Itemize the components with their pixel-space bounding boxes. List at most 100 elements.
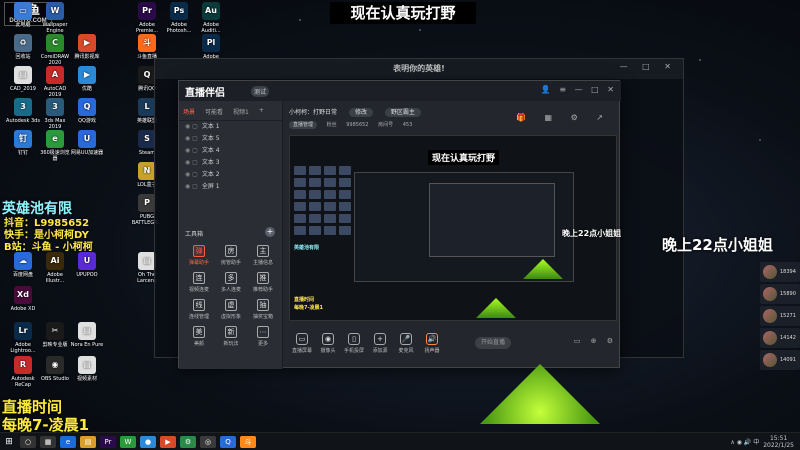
tray-icons[interactable]: ∧ ◉ 🔊 中 xyxy=(730,437,759,446)
eye-icon[interactable]: ◉ ▢ xyxy=(185,123,198,130)
desktop-icon[interactable]: ☁ 百度网盘 xyxy=(6,252,40,278)
toolbox-tool[interactable]: 房房管助手 xyxy=(215,245,247,266)
scene-tab[interactable]: + xyxy=(259,107,264,116)
toolbox-tool[interactable]: 虚虚拟形象 xyxy=(215,299,247,320)
taskbar-app-icon[interactable]: Q xyxy=(220,435,236,448)
preview-hero-text: 英雄池有限 xyxy=(294,245,320,251)
toolbox-tool[interactable]: 抽抽奖宝箱 xyxy=(247,299,279,320)
scene-panel: 场景 可能看 视频1 + ◉ ▢ 文本 1 ◉ ▢ 文本 5 ◉ ▢ 文本 4 ◉ ▢ 文本 3 ◉ … xyxy=(179,101,283,369)
desktop-icon[interactable]: R Autodesk ReCap xyxy=(6,356,40,388)
desktop-icon[interactable]: ▤ Nora En Pure xyxy=(70,322,104,348)
source-tool-button[interactable]: 🔊 扬声器 xyxy=(419,333,445,354)
taskbar-app-icon[interactable]: ▤ xyxy=(80,435,96,448)
tool-icon: 线 xyxy=(193,299,205,311)
taskbar-app-icon[interactable]: ● xyxy=(140,435,156,448)
taskbar-app-icon[interactable]: ◎ xyxy=(200,435,216,448)
desktop-icon[interactable]: Q QQ游戏 xyxy=(70,98,104,124)
source-tool-button[interactable]: ▯ 手机投屏 xyxy=(341,333,367,354)
desktop-icon[interactable]: ▶ 优酷 xyxy=(70,66,104,92)
desktop-icon[interactable]: ◉ OBS Studio xyxy=(38,356,72,382)
desktop-icon[interactable]: ▤ 视频素材 xyxy=(70,356,104,382)
desktop-icon[interactable]: Ai Adobe Illustr... xyxy=(38,252,72,284)
desktop-icon[interactable]: U UPUPOO xyxy=(70,252,104,278)
desktop-icon[interactable]: C CorelDRAW 2020 xyxy=(38,34,72,66)
taskbar-app-icon[interactable]: W xyxy=(120,435,136,448)
desktop-icon[interactable]: 斗斗鱼直播 xyxy=(130,34,164,60)
toolbox-tool[interactable]: 新新玩法 xyxy=(215,326,247,347)
toolbox-tool[interactable]: 线连线管理 xyxy=(183,299,215,320)
scene-item[interactable]: ◉ ▢ 文本 2 xyxy=(179,169,282,181)
desktop-icon[interactable]: Lr Adobe Lightroo... xyxy=(6,322,40,354)
scene-item[interactable]: ◉ ▢ 全屏 1 xyxy=(179,181,282,193)
live-manage-button[interactable]: 直播管理 xyxy=(289,121,318,129)
desktop-icon[interactable]: 钉钉钉 xyxy=(6,130,40,156)
room-title[interactable]: 小柯柯：打野日常 xyxy=(289,109,337,116)
taskbar-app-icon[interactable]: ⚙ xyxy=(180,435,196,448)
taskbar-app-icon[interactable]: ▦ xyxy=(40,435,56,448)
toolbox-tool[interactable]: ⋯ 更多 xyxy=(247,326,279,347)
desktop-icon[interactable]: U 网易UU加速器 xyxy=(70,130,104,156)
toolbox-tool[interactable]: 连视频连麦 xyxy=(183,272,215,293)
scene-tab[interactable]: 场景 xyxy=(183,107,195,116)
desktop-icon[interactable]: A AutoCAD 2019 xyxy=(38,66,72,98)
preview-tent-image xyxy=(523,259,563,279)
app-icon: 3 xyxy=(46,98,64,116)
eye-icon[interactable]: ◉ ▢ xyxy=(185,159,198,166)
desktop-icon[interactable]: Xd Adobe XD xyxy=(6,286,40,312)
desktop-icon[interactable]: W Wallpaper Engine xyxy=(38,2,72,34)
source-tool-label: 手机投屏 xyxy=(343,348,364,354)
scene-item[interactable]: ◉ ▢ 文本 1 xyxy=(179,121,282,133)
windows-start-icon[interactable]: ⊞ xyxy=(0,437,18,447)
companion-window-controls[interactable]: 👤 ≡ — □ ✕ xyxy=(541,85,617,94)
eye-icon[interactable]: ◉ ▢ xyxy=(185,171,198,178)
start-live-button[interactable]: 开始直播 xyxy=(475,337,511,349)
taskbar-clock[interactable]: 15:51 2022/1/25 xyxy=(763,435,794,449)
tool-label: 虚拟形象 xyxy=(220,314,241,320)
toolbox-tool[interactable]: 推推荐助手 xyxy=(247,272,279,293)
companion-top-icons[interactable]: 🎁 ▦ ⚙ ↗ xyxy=(516,113,611,122)
game-category[interactable]: 野区霸主 xyxy=(384,108,421,117)
desktop-icon[interactable]: 3 3ds Max 2019 xyxy=(38,98,72,130)
toolbox-tool[interactable]: 主主播信息 xyxy=(247,245,279,266)
desktop-icon[interactable]: ♻ 回收站 xyxy=(6,34,40,60)
toolbox-tool[interactable]: 美美颜 xyxy=(183,326,215,347)
fans-label: 粉丝 xyxy=(326,122,337,128)
scene-item[interactable]: ◉ ▢ 文本 4 xyxy=(179,145,282,157)
eye-icon[interactable]: ◉ ▢ xyxy=(185,135,198,142)
source-tool-button[interactable]: ▭ 直播屏幕 xyxy=(289,333,315,354)
eye-icon[interactable]: ◉ ▢ xyxy=(185,183,198,190)
toolbox-add-button[interactable]: + xyxy=(265,227,275,237)
taskbar-app-icon[interactable]: e xyxy=(60,435,76,448)
scene-item[interactable]: ◉ ▢ 文本 3 xyxy=(179,157,282,169)
desktop-icon-label: OBS Studio xyxy=(41,376,69,382)
scene-tab[interactable]: 可能看 xyxy=(205,107,223,116)
desktop-icon[interactable]: e 360极速浏览器 xyxy=(38,130,72,162)
desktop-icon[interactable]: Pr Adobe Premie... xyxy=(130,2,164,34)
desktop-icon[interactable]: ▤ CAD_2019 xyxy=(6,66,40,92)
desktop-icon[interactable]: 3 Autodesk 3ds xyxy=(6,98,40,124)
desktop-icon[interactable]: ▶ 腾讯影视库 xyxy=(70,34,104,60)
source-tool-button[interactable]: + 添加源 xyxy=(367,333,393,354)
desktop-icon[interactable]: ✂ 剪映专业版 xyxy=(38,322,72,348)
eye-icon[interactable]: ◉ ▢ xyxy=(185,147,198,154)
toolbox-tool[interactable]: 弹弹幕助手 xyxy=(183,245,215,266)
bottom-right-icons[interactable]: ▭ ⊕ ⚙ xyxy=(574,337,617,345)
taskbar-app-icon[interactable]: ▶ xyxy=(160,435,176,448)
desktop-icon-label: 网易UU加速器 xyxy=(70,150,104,156)
taskbar-app-icon[interactable]: 斗 xyxy=(240,435,256,448)
app-icon: Pr xyxy=(138,2,156,20)
taskbar-app-icon[interactable]: ○ xyxy=(20,435,36,448)
app-icon: 钉 xyxy=(14,130,32,148)
scene-item[interactable]: ◉ ▢ 文本 5 xyxy=(179,133,282,145)
desktop-icon[interactable]: Au Adobe Auditi... xyxy=(194,2,228,34)
source-tool-button[interactable]: ◉ 摄像头 xyxy=(315,333,341,354)
toolbox-tool[interactable]: 多多人连麦 xyxy=(215,272,247,293)
taskbar-app-icon[interactable]: Pr xyxy=(100,435,116,448)
desktop-icon[interactable]: ▭ 此电脑 xyxy=(6,2,40,28)
desktop-icon[interactable]: Ps Adobe Photosh... xyxy=(162,2,196,34)
live-companion-window[interactable]: 直播伴侣 测试 👤 ≡ — □ ✕ 场景 可能看 视频1 + ◉ ▢ 文本 1 ◉ ▢ 文本… xyxy=(178,80,621,369)
game-window-controls[interactable]: — □ ✕ xyxy=(620,62,677,71)
source-tool-button[interactable]: 🎤 麦克风 xyxy=(393,333,419,354)
scene-tab[interactable]: 视频1 xyxy=(233,107,249,116)
edit-button[interactable]: 修改 xyxy=(348,108,373,117)
